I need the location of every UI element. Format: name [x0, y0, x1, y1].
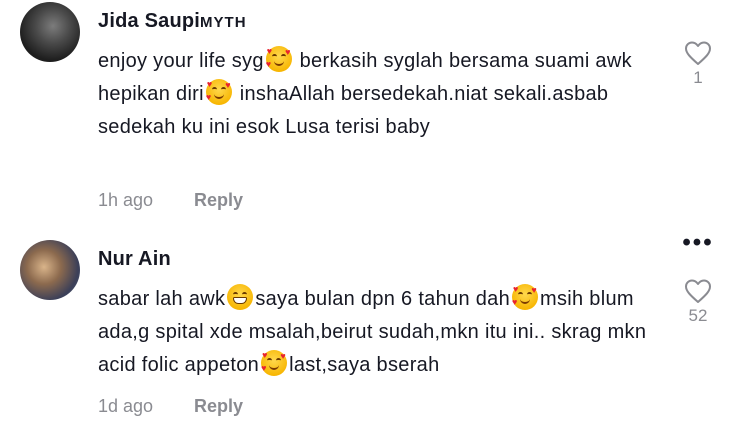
- comment-time: 1d ago: [98, 396, 154, 416]
- comment-meta: 1h ago Reply: [98, 190, 243, 211]
- comment-meta: 1d ago Reply: [98, 396, 243, 417]
- comment-text: enjoy your life syg ♥ ♥ ♥ berkasih syglah b…: [98, 46, 632, 138]
- comment-time: 1h ago: [98, 190, 154, 210]
- avatar[interactable]: [20, 240, 80, 300]
- smiling-face-with-hearts-icon: ♥ ♥ ♥: [512, 284, 538, 310]
- more-options-icon[interactable]: •••: [681, 231, 715, 255]
- comment-username[interactable]: Nur Ain: [98, 248, 171, 271]
- username-suffix: MYTH: [200, 14, 247, 31]
- like-count: 1: [693, 68, 703, 87]
- avatar[interactable]: [20, 2, 80, 62]
- smiling-face-with-hearts-icon: ♥ ♥ ♥: [205, 79, 232, 105]
- comment-username[interactable]: Jida SaupiMYTH: [98, 10, 247, 33]
- smiling-face-with-hearts-icon: ♥ ♥ ♥: [261, 350, 288, 376]
- heart-outline-icon: [685, 41, 711, 65]
- grinning-face-icon: [227, 284, 254, 310]
- reply-button[interactable]: Reply: [194, 190, 243, 210]
- like-button[interactable]: 52: [683, 278, 713, 326]
- like-count: 52: [688, 306, 708, 325]
- heart-outline-icon: [685, 279, 711, 303]
- smiling-face-with-hearts-icon: ♥ ♥ ♥: [265, 46, 292, 72]
- like-button[interactable]: 1: [683, 40, 713, 88]
- reply-button[interactable]: Reply: [194, 396, 243, 416]
- comment-text: sabar lah awk saya bulan dpn 6 tahun dah ♥…: [98, 284, 647, 376]
